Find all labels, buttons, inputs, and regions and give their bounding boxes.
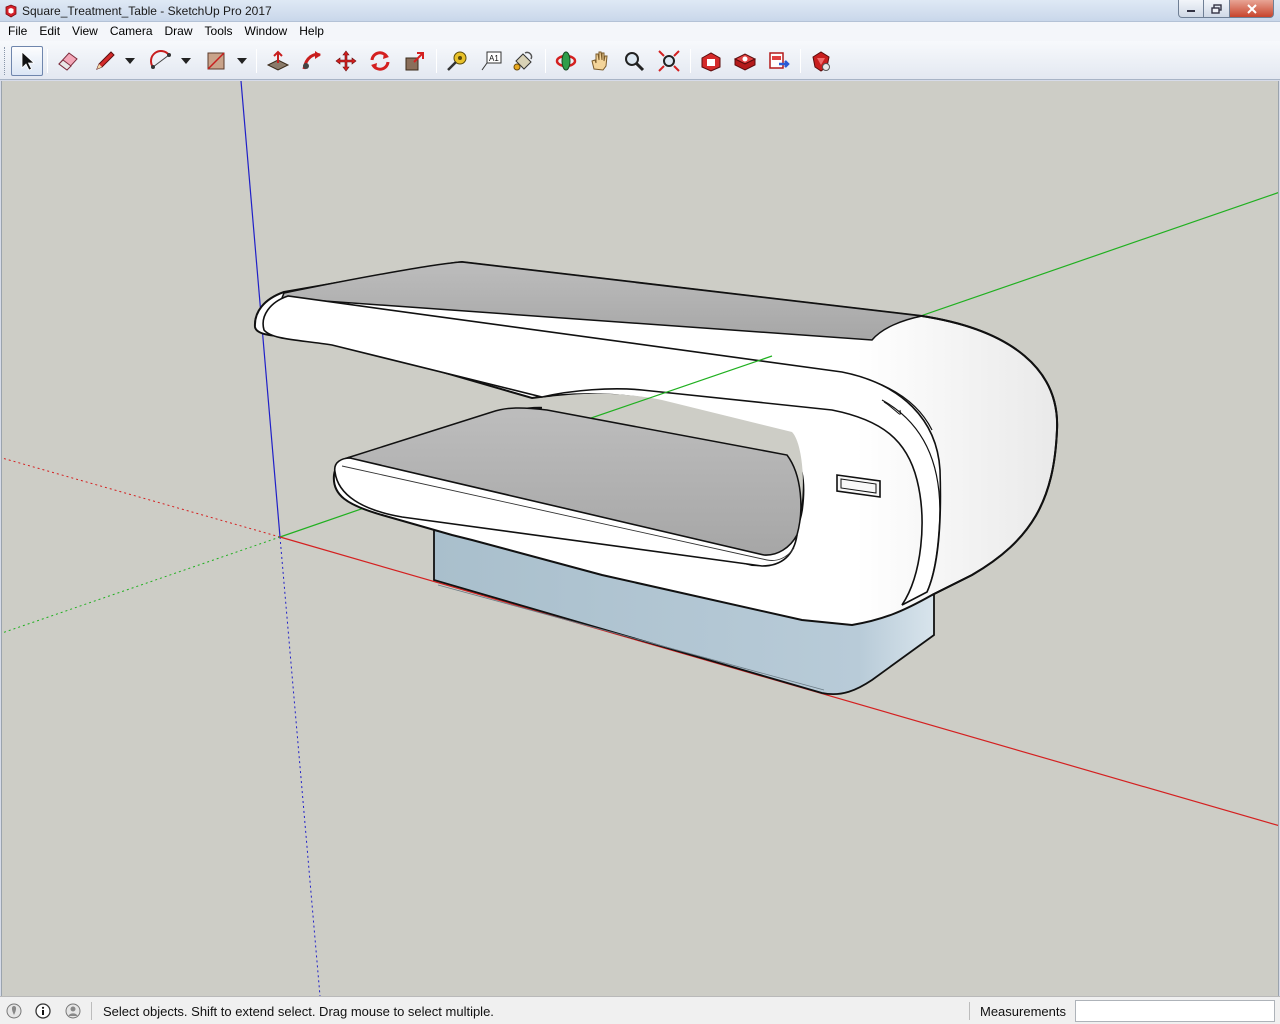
measurements-label: Measurements <box>980 1004 1066 1019</box>
status-divider <box>91 1002 92 1020</box>
pan-icon <box>591 51 608 71</box>
menu-edit[interactable]: Edit <box>33 22 66 41</box>
extension-manager-button[interactable] <box>805 46 837 76</box>
tape-measure-tool-button[interactable] <box>441 46 473 76</box>
model-canvas[interactable] <box>2 81 1279 996</box>
toolbar-separator <box>690 49 691 73</box>
minimize-icon <box>1187 9 1195 12</box>
geo-location-icon[interactable] <box>6 1003 22 1019</box>
measurements-input[interactable] <box>1075 1000 1275 1022</box>
paint-bucket-tool-button[interactable] <box>507 46 539 76</box>
extension-warehouse-icon <box>733 53 757 71</box>
svg-text:A1: A1 <box>489 54 499 63</box>
extension-warehouse-button[interactable] <box>729 46 761 76</box>
toolbar-separator <box>47 49 48 73</box>
follow-me-icon <box>302 51 321 70</box>
rectangle-tool-button[interactable] <box>200 46 232 76</box>
zoom-icon <box>625 52 645 72</box>
send-to-layout-button[interactable] <box>763 46 795 76</box>
select-arrow-icon <box>21 51 36 71</box>
rectangle-icon <box>207 52 225 70</box>
scale-tool-button[interactable] <box>399 46 431 76</box>
rotate-tool-button[interactable] <box>364 46 396 76</box>
pencil-line-icon <box>96 51 115 70</box>
credits-icon[interactable] <box>35 1003 51 1019</box>
zoom-tool-button[interactable] <box>618 46 650 76</box>
paint-bucket-icon <box>513 51 533 71</box>
tape-measure-icon <box>447 51 467 71</box>
menu-help[interactable]: Help <box>293 22 330 41</box>
arc-dropdown-icon[interactable] <box>180 57 192 65</box>
text-icon: A1 <box>481 51 502 71</box>
eraser-icon <box>58 52 78 71</box>
status-message: Select objects. Shift to extend select. … <box>103 1004 494 1019</box>
menu-file[interactable]: File <box>2 22 33 41</box>
blue-axis-hidden <box>279 536 321 996</box>
toolbar-separator <box>545 49 546 73</box>
menu-tools[interactable]: Tools <box>199 22 239 41</box>
toolbar-separator <box>436 49 437 73</box>
arc-icon <box>150 50 171 69</box>
zoom-extents-tool-button[interactable] <box>653 46 685 76</box>
move-tool-button[interactable] <box>330 46 362 76</box>
close-icon <box>1246 3 1257 14</box>
select-tool-button[interactable] <box>11 46 43 76</box>
window-title: Square_Treatment_Table - SketchUp Pro 20… <box>22 4 272 18</box>
menu-draw[interactable]: Draw <box>159 22 199 41</box>
status-divider <box>969 1002 970 1020</box>
maximize-button[interactable] <box>1204 0 1230 18</box>
user-account-icon[interactable] <box>65 1003 81 1019</box>
line-tool-button[interactable] <box>89 46 121 76</box>
model-viewport[interactable] <box>1 81 1279 996</box>
maximize-icon <box>1210 3 1222 14</box>
pan-tool-button[interactable] <box>584 46 616 76</box>
send-to-layout-icon <box>769 52 790 69</box>
green-axis-hidden <box>2 536 281 634</box>
orbit-tool-button[interactable] <box>550 46 582 76</box>
status-bar: Select objects. Shift to extend select. … <box>0 996 1280 1024</box>
close-button[interactable] <box>1230 0 1274 18</box>
zoom-extents-icon <box>658 50 680 72</box>
eraser-tool-button[interactable] <box>52 46 84 76</box>
menu-camera[interactable]: Camera <box>104 22 159 41</box>
3d-warehouse-icon <box>701 52 721 72</box>
toolbar-separator <box>256 49 257 73</box>
menu-window[interactable]: Window <box>239 22 294 41</box>
follow-me-tool-button[interactable] <box>296 46 328 76</box>
menu-view[interactable]: View <box>66 22 104 41</box>
text-tool-button[interactable]: A1 <box>475 46 507 76</box>
window-controls <box>1178 0 1274 18</box>
getting-started-toolbar: A1 <box>0 41 1280 80</box>
rectangle-dropdown-icon[interactable] <box>236 57 248 65</box>
arc-tool-button[interactable] <box>145 46 177 76</box>
scale-icon <box>405 52 424 71</box>
red-axis-hidden <box>2 457 281 538</box>
move-icon <box>335 50 357 72</box>
orbit-icon <box>555 51 577 71</box>
3d-warehouse-button[interactable] <box>695 46 727 76</box>
toolbar-separator <box>800 49 801 73</box>
push-pull-icon <box>266 50 290 71</box>
title-bar: Square_Treatment_Table - SketchUp Pro 20… <box>0 0 1280 22</box>
rotate-icon <box>370 51 390 71</box>
menu-bar: File Edit View Camera Draw Tools Window … <box>0 22 1280 41</box>
toolbar-grip[interactable] <box>4 47 7 75</box>
sketchup-logo-icon <box>5 4 17 18</box>
minimize-button[interactable] <box>1178 0 1204 18</box>
push-pull-tool-button[interactable] <box>262 46 294 76</box>
line-dropdown-icon[interactable] <box>124 57 136 65</box>
extension-manager-icon <box>812 51 830 72</box>
